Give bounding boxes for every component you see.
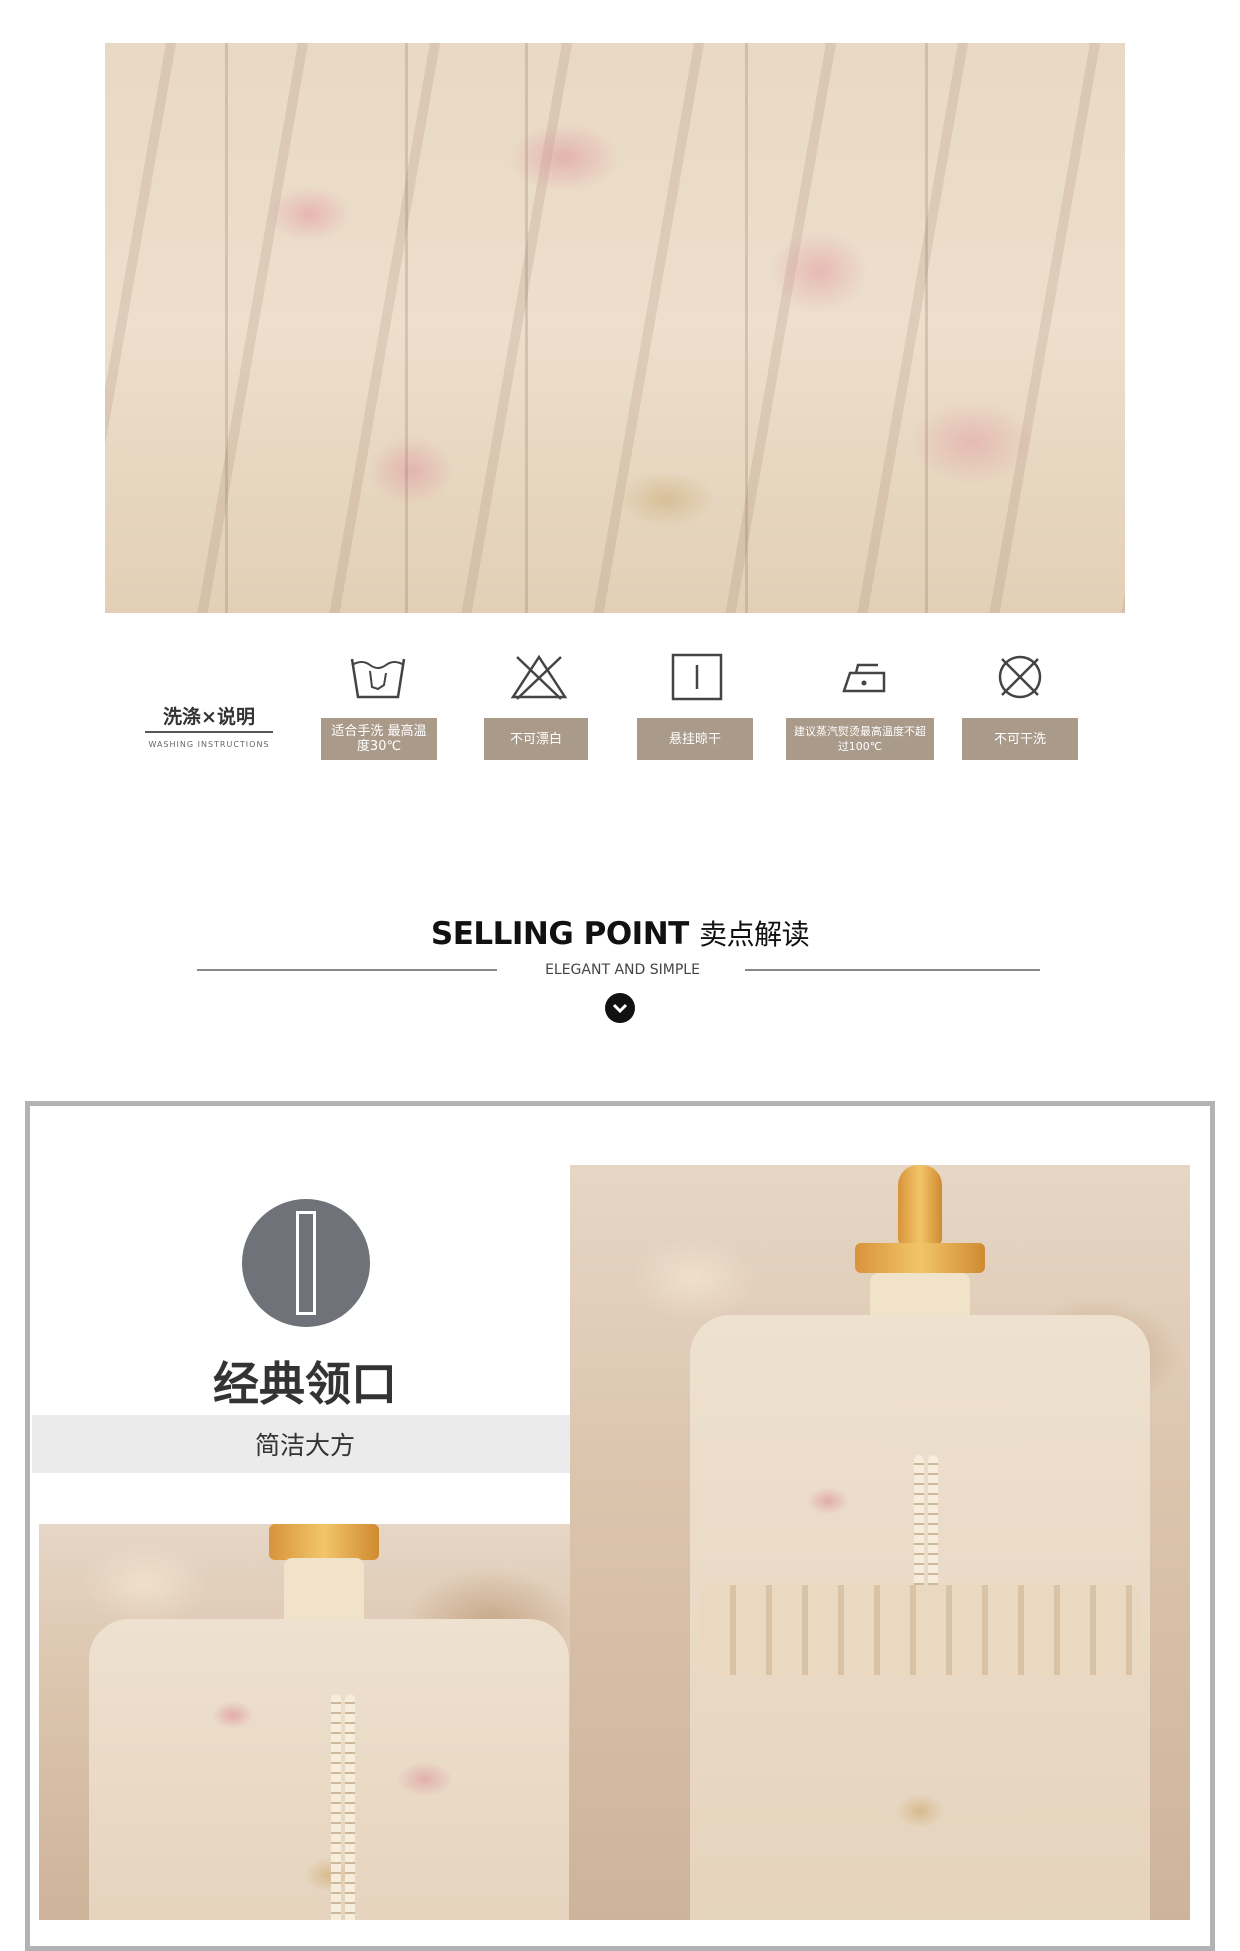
wash-subtitle: WASHING INSTRUCTIONS [148,740,270,749]
fabric-detail-photo [105,43,1125,613]
wash-label-hand-wash: 适合手洗 最高温度30℃ [321,718,437,760]
chevron-down-icon [605,993,635,1023]
hand-wash-icon [348,651,408,703]
feature-title: 经典领口 [213,1357,397,1411]
feature-subtitle: 简洁大方 [254,1431,355,1460]
dress-collar-closeup-photo [39,1524,570,1920]
wash-label-no-dry-clean: 不可干洗 [962,718,1078,760]
wash-label-iron: 建议蒸汽熨烫最高温度不超过100℃ [786,718,934,760]
selling-point-title-en: SELLING POINT [430,916,689,952]
selling-point-subtitle: ELEGANT AND SIMPLE [545,962,700,978]
no-bleach-icon [509,651,569,703]
hang-dry-icon [667,651,727,703]
no-dry-clean-icon [990,651,1050,703]
feature-number-badge [242,1199,370,1327]
iron-icon [834,651,894,703]
wash-title: 洗涤×说明 [163,706,255,728]
selling-divider-right [745,969,1040,971]
dress-full-photo [570,1165,1190,1920]
selling-point-title: SELLING POINT 卖点解读 [0,913,1240,953]
selling-point-title-cn: 卖点解读 [699,918,810,951]
selling-divider-left [197,969,497,971]
wash-label-hang-dry: 悬挂晾干 [637,718,753,760]
wash-divider [145,731,273,733]
wash-label-no-bleach: 不可漂白 [484,718,588,760]
